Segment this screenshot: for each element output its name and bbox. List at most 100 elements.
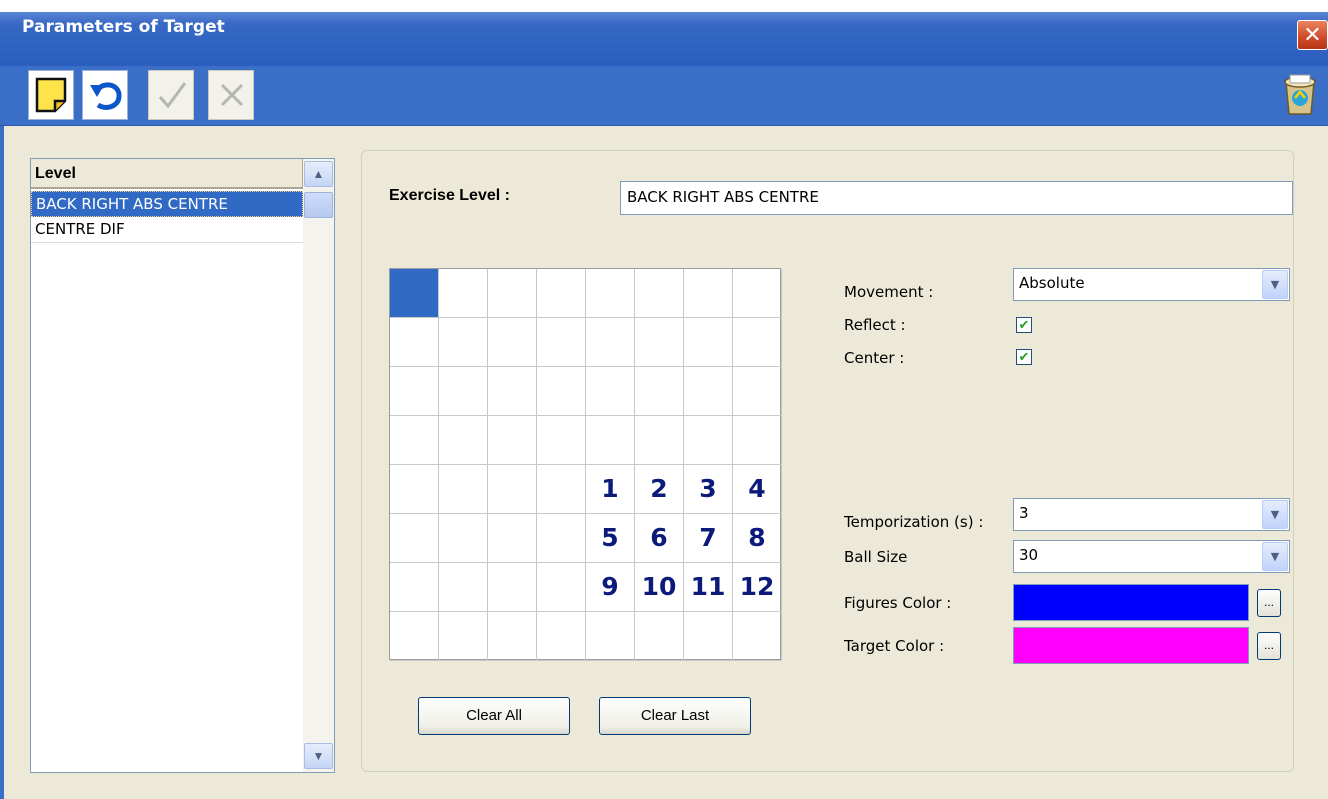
grid-cell[interactable] xyxy=(684,269,733,318)
grid-cell-number[interactable]: 9 xyxy=(586,563,635,612)
undo-button[interactable] xyxy=(82,70,128,120)
grid-cell-number[interactable]: 1 xyxy=(586,465,635,514)
grid-cell[interactable] xyxy=(390,269,439,318)
exercise-level-input[interactable]: BACK RIGHT ABS CENTRE xyxy=(620,181,1293,215)
target-grid[interactable]: 1 2 3 4 5 6 7 8 9 10 11 12 xyxy=(389,268,782,661)
grid-cell[interactable] xyxy=(488,269,537,318)
grid-cell[interactable] xyxy=(488,612,537,661)
grid-cell[interactable] xyxy=(488,416,537,465)
grid-cell-number[interactable]: 8 xyxy=(733,514,782,563)
movement-label: Movement : xyxy=(844,283,934,301)
clear-last-button[interactable]: Clear Last xyxy=(599,697,751,735)
confirm-button[interactable] xyxy=(148,70,194,120)
grid-cell[interactable] xyxy=(537,367,586,416)
grid-cell[interactable] xyxy=(684,367,733,416)
grid-cell[interactable] xyxy=(537,465,586,514)
grid-cell[interactable] xyxy=(586,269,635,318)
grid-cell[interactable] xyxy=(733,318,782,367)
level-column-header[interactable]: Level xyxy=(31,159,303,189)
list-item[interactable]: BACK RIGHT ABS CENTRE xyxy=(31,191,303,217)
grid-cell[interactable] xyxy=(537,612,586,661)
chevron-down-icon[interactable]: ▼ xyxy=(1262,542,1288,571)
figures-color-picker-button[interactable]: ... xyxy=(1257,589,1281,617)
grid-cell[interactable] xyxy=(390,465,439,514)
grid-cell[interactable] xyxy=(733,612,782,661)
grid-cell[interactable] xyxy=(390,367,439,416)
recycle-bin-button[interactable] xyxy=(1278,70,1324,120)
grid-cell[interactable] xyxy=(439,514,488,563)
grid-cell-number[interactable]: 3 xyxy=(684,465,733,514)
chevron-down-icon[interactable]: ▼ xyxy=(1262,270,1288,299)
grid-cell[interactable] xyxy=(439,269,488,318)
ball-size-select[interactable]: 30 ▼ xyxy=(1013,540,1290,573)
grid-cell[interactable] xyxy=(439,318,488,367)
grid-cell[interactable] xyxy=(635,367,684,416)
grid-cell[interactable] xyxy=(733,416,782,465)
grid-cell[interactable] xyxy=(684,612,733,661)
new-note-button[interactable] xyxy=(28,70,74,120)
list-scrollbar[interactable]: ▲ ▼ xyxy=(303,159,334,772)
target-color-swatch[interactable] xyxy=(1013,627,1249,664)
grid-cell-number[interactable]: 10 xyxy=(635,563,684,612)
scroll-up-icon[interactable]: ▲ xyxy=(304,161,333,187)
grid-cell[interactable] xyxy=(635,612,684,661)
chevron-down-icon[interactable]: ▼ xyxy=(1262,500,1288,529)
temporization-select[interactable]: 3 ▼ xyxy=(1013,498,1290,531)
target-color-label: Target Color : xyxy=(844,637,945,655)
grid-cell-number[interactable]: 4 xyxy=(733,465,782,514)
grid-cell-number[interactable]: 2 xyxy=(635,465,684,514)
grid-cell[interactable] xyxy=(635,269,684,318)
grid-cell[interactable] xyxy=(439,563,488,612)
grid-cell[interactable] xyxy=(488,514,537,563)
grid-cell[interactable] xyxy=(537,563,586,612)
grid-cell[interactable] xyxy=(635,318,684,367)
grid-cell[interactable] xyxy=(537,514,586,563)
grid-cell[interactable] xyxy=(586,318,635,367)
grid-cell[interactable] xyxy=(586,612,635,661)
grid-cell[interactable] xyxy=(684,318,733,367)
grid-cell[interactable] xyxy=(733,269,782,318)
grid-cell-number[interactable]: 5 xyxy=(586,514,635,563)
grid-cell[interactable] xyxy=(586,367,635,416)
grid-cell[interactable] xyxy=(390,318,439,367)
grid-cell[interactable] xyxy=(390,514,439,563)
grid-cell-number[interactable]: 12 xyxy=(733,563,782,612)
grid-cell[interactable] xyxy=(635,416,684,465)
toolbar xyxy=(0,66,1328,126)
scroll-thumb[interactable] xyxy=(304,192,333,218)
grid-cell[interactable] xyxy=(733,367,782,416)
grid-cell[interactable] xyxy=(439,465,488,514)
center-label: Center : xyxy=(844,349,905,367)
movement-select[interactable]: Absolute ▼ xyxy=(1013,268,1290,301)
grid-cell-number[interactable]: 6 xyxy=(635,514,684,563)
grid-cell[interactable] xyxy=(439,416,488,465)
reflect-checkbox[interactable]: ✔ xyxy=(1016,317,1032,333)
grid-cell[interactable] xyxy=(390,416,439,465)
grid-cell[interactable] xyxy=(439,367,488,416)
clear-all-button[interactable]: Clear All xyxy=(418,697,570,735)
target-color-picker-button[interactable]: ... xyxy=(1257,632,1281,660)
grid-cell[interactable] xyxy=(439,612,488,661)
grid-cell[interactable] xyxy=(488,367,537,416)
grid-cell[interactable] xyxy=(488,318,537,367)
scroll-down-icon[interactable]: ▼ xyxy=(304,743,333,769)
figures-color-swatch[interactable] xyxy=(1013,584,1249,621)
grid-cell[interactable] xyxy=(488,563,537,612)
level-list[interactable]: Level BACK RIGHT ABS CENTRE CENTRE DIF ▲… xyxy=(30,158,335,773)
center-checkbox[interactable]: ✔ xyxy=(1016,349,1032,365)
ball-size-value: 30 xyxy=(1019,546,1039,564)
grid-cell[interactable] xyxy=(537,269,586,318)
grid-cell[interactable] xyxy=(488,465,537,514)
grid-cell[interactable] xyxy=(586,416,635,465)
grid-cell-number[interactable]: 7 xyxy=(684,514,733,563)
figures-color-label: Figures Color : xyxy=(844,594,952,612)
grid-cell[interactable] xyxy=(390,612,439,661)
grid-cell[interactable] xyxy=(390,563,439,612)
grid-cell[interactable] xyxy=(684,416,733,465)
list-item[interactable]: CENTRE DIF xyxy=(31,217,303,243)
grid-cell-number[interactable]: 11 xyxy=(684,563,733,612)
cancel-button[interactable] xyxy=(208,70,254,120)
grid-cell[interactable] xyxy=(537,318,586,367)
close-button[interactable]: ✕ xyxy=(1297,20,1328,50)
grid-cell[interactable] xyxy=(537,416,586,465)
